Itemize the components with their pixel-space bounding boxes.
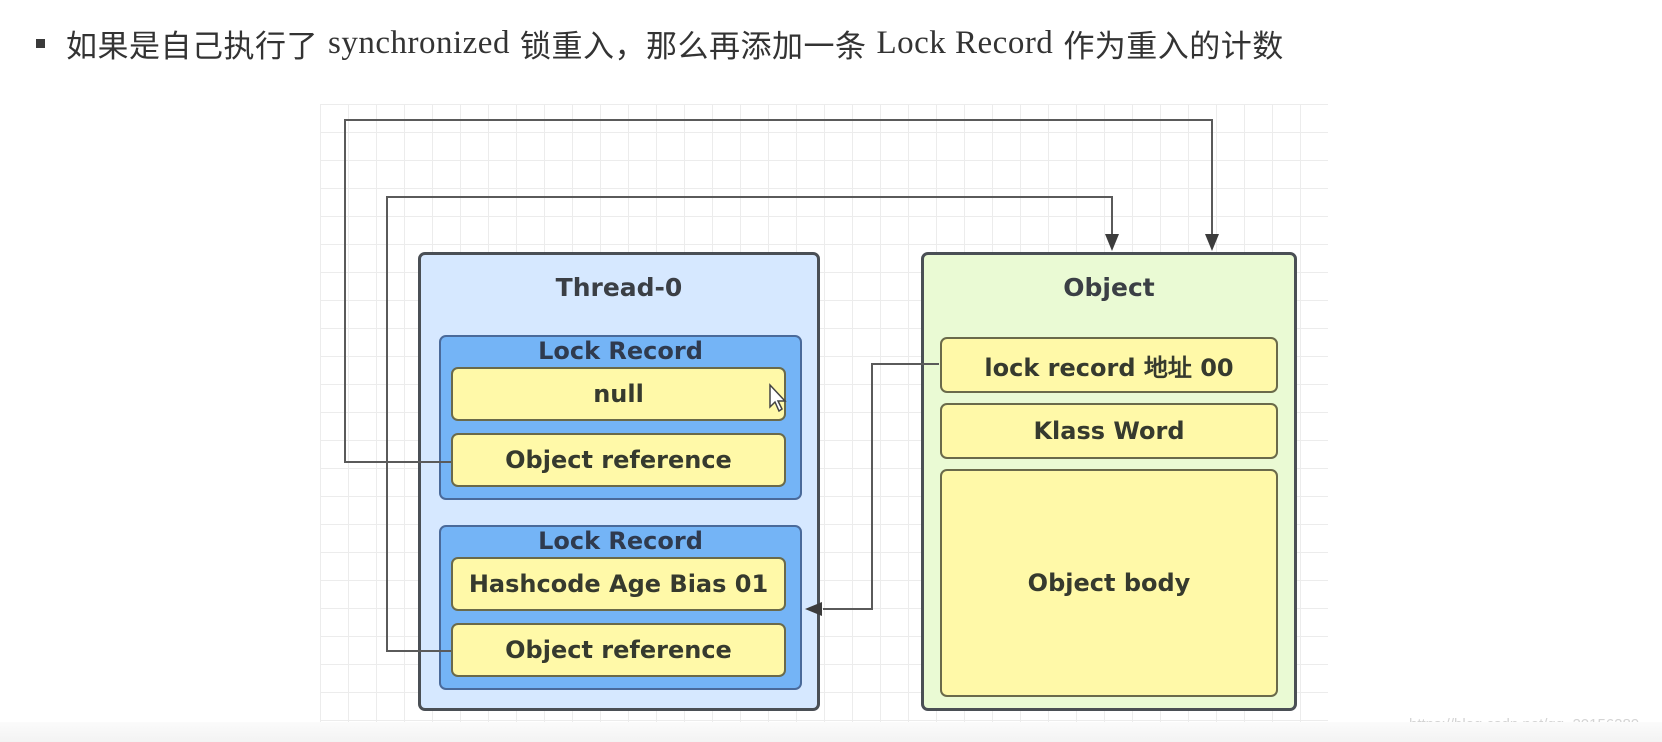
lock-record-2-cell-mark-word: Hashcode Age Bias 01 — [451, 557, 786, 611]
lock-record-2-cell-object-reference: Object reference — [451, 623, 786, 677]
heading-text-after: 作为重入的计数 — [1063, 28, 1284, 65]
heading-text-before: 如果是自己执行了 — [66, 28, 318, 65]
object-box: Object lock record 地址 00 Klass Word Obje… — [921, 252, 1297, 711]
lock-record-2: Lock Record Hashcode Age Bias 01 Object … — [439, 525, 802, 690]
object-cell-klass-word: Klass Word — [940, 403, 1278, 459]
object-cell-body: Object body — [940, 469, 1278, 697]
heading-text-middle: 锁重入，那么再添加一条 — [519, 28, 867, 65]
lock-record-2-title: Lock Record — [538, 527, 703, 555]
square-bullet-icon — [36, 38, 45, 48]
lock-record-1-cell-null: null — [451, 367, 786, 421]
lock-record-1-cell-object-reference: Object reference — [451, 433, 786, 487]
bottom-fade — [0, 722, 1662, 742]
heading-keyword: synchronized — [328, 24, 510, 61]
object-cell-mark-word: lock record 地址 00 — [940, 337, 1278, 393]
object-title: Object — [1063, 273, 1155, 302]
thread-box: Thread-0 Lock Record null Object referen… — [418, 252, 820, 711]
heading-keyword2: Lock Record — [876, 24, 1054, 61]
mouse-pointer-icon — [769, 383, 787, 413]
thread-title: Thread-0 — [555, 273, 683, 302]
lock-record-1: Lock Record null Object reference — [439, 335, 802, 500]
lock-record-1-title: Lock Record — [538, 337, 703, 365]
heading-line: 如果是自己执行了 synchronized 锁重入，那么再添加一条 Lock R… — [36, 18, 1284, 68]
